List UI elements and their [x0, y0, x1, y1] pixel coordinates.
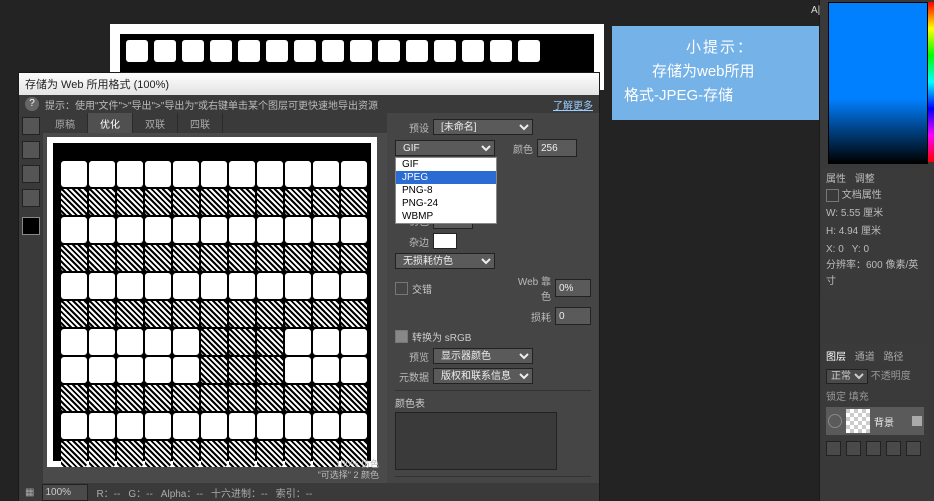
tab-layers[interactable]: 图层: [826, 352, 846, 363]
zoom-tool-icon[interactable]: [22, 165, 40, 183]
save-for-web-dialog: 存储为 Web 所用格式 (100%) ? 提示：使用"文件">"导出">"导出…: [18, 72, 600, 501]
grid-icon[interactable]: ▦: [25, 487, 34, 498]
format-option-gif[interactable]: GIF: [396, 158, 496, 171]
tip-title: 小提示：: [624, 36, 816, 60]
hint-bar: ? 提示：使用"文件">"导出">"导出为"或右键单击某个图层可更快速地导出资源…: [19, 95, 599, 113]
tab-original[interactable]: 原稿: [43, 113, 88, 133]
resolution: 分辨率：600 像素/英寸: [826, 258, 924, 290]
matte-swatch[interactable]: [433, 233, 457, 249]
new-layer-icon[interactable]: [886, 441, 901, 456]
hue-strip[interactable]: [928, 2, 934, 162]
preview-tabs: 原稿 优化 双联 四联: [43, 113, 387, 133]
slice-tool-icon[interactable]: [22, 141, 40, 159]
tab-adjust[interactable]: 调整: [855, 174, 875, 185]
status-hex: 十六进制：--: [211, 485, 268, 500]
tip-line-3: 格式-JPEG-存储: [624, 84, 816, 108]
preview-canvas[interactable]: [47, 137, 377, 467]
folder-icon[interactable]: [866, 441, 881, 456]
dialog-toolstrip: [19, 113, 43, 483]
format-option-jpeg[interactable]: JPEG: [396, 171, 496, 184]
format-option-png24[interactable]: PNG-24: [396, 197, 496, 210]
tab-2up[interactable]: 双联: [133, 113, 178, 133]
tab-optimized[interactable]: 优化: [88, 113, 133, 133]
tab-4up[interactable]: 四联: [178, 113, 223, 133]
doc-properties-label: 文档属性: [826, 188, 924, 204]
learn-more-link[interactable]: 了解更多: [553, 97, 593, 112]
tab-properties[interactable]: 属性: [826, 174, 846, 185]
status-g: G：--: [128, 485, 152, 500]
preset-select[interactable]: [未命名]: [433, 119, 533, 135]
color-picker[interactable]: A|: [828, 2, 928, 164]
mask-icon[interactable]: [846, 441, 861, 456]
dialog-titlebar[interactable]: 存储为 Web 所用格式 (100%): [19, 73, 599, 95]
fx-icon[interactable]: [826, 441, 841, 456]
trash-icon[interactable]: [906, 441, 921, 456]
tip-callout: 小提示： 存储为web所用 格式-JPEG-存储: [612, 26, 828, 120]
tab-paths[interactable]: 路径: [884, 352, 904, 363]
hand-tool-icon[interactable]: [22, 117, 40, 135]
visibility-icon[interactable]: [828, 414, 842, 428]
properties-panel: 属性 调整 文档属性 W: 5.55 厘米 H: 4.94 厘米 X: 0 Y:…: [822, 168, 928, 298]
format-option-wbmp[interactable]: WBMP: [396, 210, 496, 223]
dialog-title: 存储为 Web 所用格式 (100%): [25, 76, 169, 92]
dialog-statusbar: ▦ R：-- G：-- Alpha：-- 十六进制：-- 索引：--: [19, 483, 599, 501]
preview-select[interactable]: 显示器颜色: [433, 348, 533, 364]
hint-text: 提示：使用"文件">"导出">"导出为"或右键单击某个图层可更快速地导出资源: [45, 97, 378, 112]
colors-input[interactable]: [537, 139, 577, 157]
layer-thumb: [846, 409, 870, 433]
status-index: 索引：--: [276, 485, 313, 500]
color-picker-label: A|: [811, 5, 820, 16]
tab-channels[interactable]: 通道: [855, 352, 875, 363]
blend-mode-select[interactable]: 正常: [826, 369, 868, 384]
tip-line-2: 存储为web所用: [652, 60, 816, 84]
status-r: R：--: [96, 485, 120, 500]
info-icon: ?: [25, 97, 39, 111]
lossless-dither-select[interactable]: 无损耗仿色: [395, 253, 495, 269]
doc-icon: [826, 189, 839, 202]
lossy-input[interactable]: [555, 307, 591, 325]
status-alpha: Alpha：--: [161, 485, 203, 500]
layer-row[interactable]: 背景: [826, 407, 924, 435]
layers-panel: 图层 通道 路径 正常 不透明度 锁定 填充 背景: [822, 344, 928, 460]
color-table[interactable]: [395, 412, 557, 470]
format-dropdown-menu: GIF JPEG PNG-8 PNG-24 WBMP: [395, 157, 497, 224]
websafe-input[interactable]: [555, 279, 591, 297]
interlace-check[interactable]: [395, 282, 408, 295]
srgb-check[interactable]: [395, 330, 408, 343]
format-option-png8[interactable]: PNG-8: [396, 184, 496, 197]
canvas-info: 100% 仿色 "可选择" 2 颜色: [318, 459, 379, 481]
layer-name: 背景: [874, 414, 908, 429]
colortable-label: 颜色表: [395, 395, 591, 410]
format-select[interactable]: GIF: [395, 140, 495, 156]
lock-icon[interactable]: [912, 416, 922, 426]
eyedropper-tool-icon[interactable]: [22, 189, 40, 207]
preset-label: 预设: [395, 120, 429, 135]
metadata-select[interactable]: 版权和联系信息: [433, 368, 533, 384]
settings-panel: 预设 [未命名] GIF GIF JPEG PNG-8 PNG-24 WBMP: [387, 113, 599, 483]
zoom-input[interactable]: [42, 484, 88, 501]
color-swatch[interactable]: [22, 217, 40, 235]
layers-footer: [826, 441, 924, 456]
